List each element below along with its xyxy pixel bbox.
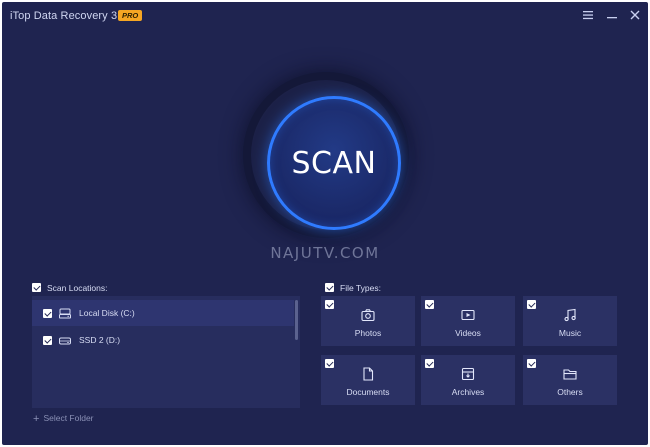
- file-type-checkbox[interactable]: [527, 359, 536, 368]
- file-types-checkbox[interactable]: [325, 283, 334, 293]
- archive-icon: [461, 367, 475, 381]
- file-type-checkbox[interactable]: [325, 300, 334, 309]
- scan-button[interactable]: SCAN: [267, 96, 401, 230]
- scan-ring-inner: SCAN: [251, 80, 401, 230]
- locations-scrollbar[interactable]: [295, 300, 298, 340]
- file-type-label: Documents: [346, 387, 390, 397]
- scan-button-label: SCAN: [291, 145, 377, 181]
- title-bar: iTop Data Recovery 3.1 PRO: [2, 2, 648, 28]
- file-type-label: Videos: [455, 328, 481, 338]
- select-folder-label: Select Folder: [43, 413, 94, 423]
- scan-locations-label: Scan Locations:: [47, 283, 108, 293]
- file-type-documents[interactable]: Documents: [321, 355, 415, 405]
- camera-icon: [361, 309, 375, 322]
- app-window: iTop Data Recovery 3.1 PRO SCAN NAJUTV.C…: [2, 2, 648, 445]
- file-type-label: Others: [557, 387, 583, 397]
- file-type-label: Archives: [451, 387, 485, 397]
- minimize-button[interactable]: [605, 8, 619, 22]
- location-checkbox[interactable]: [43, 336, 52, 345]
- video-icon: [461, 309, 475, 321]
- file-type-checkbox[interactable]: [425, 359, 434, 368]
- location-checkbox[interactable]: [43, 309, 52, 318]
- menu-button[interactable]: [581, 8, 595, 22]
- scan-locations-checkbox[interactable]: [32, 283, 41, 293]
- file-type-checkbox[interactable]: [527, 300, 536, 309]
- file-type-label: Photos: [354, 328, 382, 338]
- document-icon: [363, 367, 374, 381]
- folder-icon: [563, 369, 577, 380]
- scan-locations-list: Local Disk (C:) SSD 2 (D:): [32, 296, 300, 408]
- location-label: SSD 2 (D:): [79, 335, 121, 345]
- file-type-photos[interactable]: Photos: [321, 296, 415, 346]
- hard-drive-icon: [59, 337, 71, 345]
- pro-badge: PRO: [118, 10, 143, 21]
- file-type-label: Music: [558, 328, 582, 338]
- hard-drive-icon: [59, 308, 71, 319]
- file-types-header[interactable]: File Types:: [325, 282, 381, 294]
- music-note-icon: [564, 308, 576, 322]
- scan-locations-header[interactable]: Scan Locations:: [32, 282, 107, 294]
- menu-icon: [583, 11, 593, 20]
- app-title: iTop Data Recovery 3.1: [10, 10, 127, 22]
- file-type-checkbox[interactable]: [425, 300, 434, 309]
- minimize-icon: [607, 17, 617, 19]
- file-type-archives[interactable]: Archives: [421, 355, 515, 405]
- close-icon: [630, 10, 640, 20]
- location-item-ssd-2-d[interactable]: SSD 2 (D:): [32, 327, 294, 353]
- scan-ring: SCAN: [243, 72, 409, 238]
- file-types-label: File Types:: [340, 283, 381, 293]
- location-item-local-disk-c[interactable]: Local Disk (C:): [32, 300, 294, 326]
- close-button[interactable]: [628, 8, 642, 22]
- plus-icon: +: [33, 413, 40, 425]
- watermark: NAJUTV.COM: [270, 244, 380, 262]
- file-type-music[interactable]: Music: [523, 296, 617, 346]
- file-type-videos[interactable]: Videos: [421, 296, 515, 346]
- select-folder-button[interactable]: + Select Folder: [33, 413, 94, 425]
- location-label: Local Disk (C:): [79, 308, 135, 318]
- file-type-others[interactable]: Others: [523, 355, 617, 405]
- file-type-checkbox[interactable]: [325, 359, 334, 368]
